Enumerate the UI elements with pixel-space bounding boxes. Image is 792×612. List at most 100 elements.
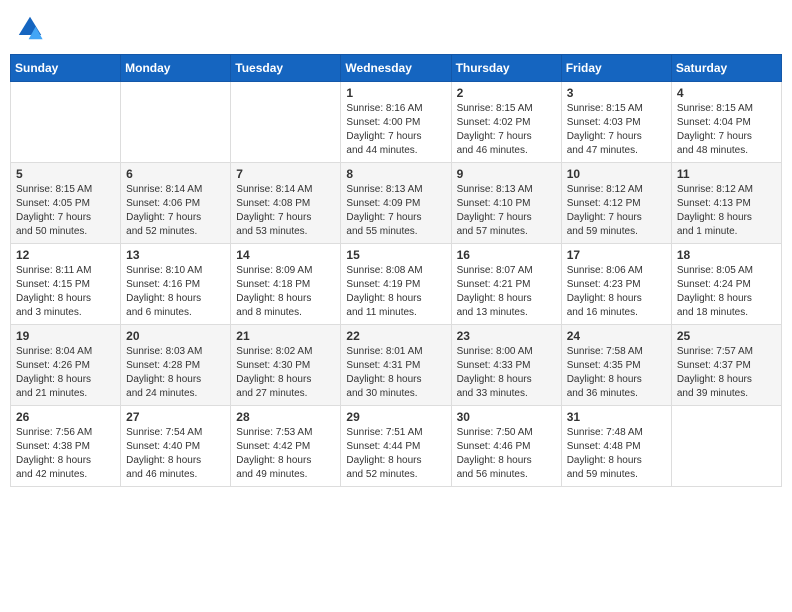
day-info: Sunrise: 8:07 AM Sunset: 4:21 PM Dayligh… [457,264,556,320]
day-number: 8 [346,167,445,181]
day-cell: 21 Sunrise: 8:02 AM Sunset: 4:30 PM Dayli… [231,325,341,406]
day-number: 15 [346,248,445,262]
day-cell: 6 Sunrise: 8:14 AM Sunset: 4:06 PM Daylig… [121,163,231,244]
weekday-monday: Monday [121,55,231,82]
week-row-1: 1Sunrise: 8:16 AM Sunset: 4:00 PM Daylig… [11,82,782,163]
day-info: Sunrise: 8:01 AM Sunset: 4:31 PM Dayligh… [346,345,445,401]
day-number: 23 [457,329,556,343]
day-cell: 3 Sunrise: 8:15 AM Sunset: 4:03 PM Daylig… [561,82,671,163]
day-info: Sunrise: 8:15 AM Sunset: 4:03 PM Dayligh… [567,102,666,158]
day-cell: 23 Sunrise: 8:00 AM Sunset: 4:33 PM Dayli… [451,325,561,406]
day-number: 1 [346,86,445,100]
day-number: 5 [16,167,115,181]
day-number: 11 [677,167,776,181]
day-info: Sunrise: 7:51 AM Sunset: 4:44 PM Dayligh… [346,426,445,482]
day-cell: 13Sunrise: 8:10 AM Sunset: 4:16 PM Dayli… [121,244,231,325]
day-info: Sunrise: 8:05 AM Sunset: 4:24 PM Dayligh… [677,264,776,320]
day-info: Sunrise: 8:15 AM Sunset: 4:05 PM Dayligh… [16,183,115,239]
day-info: Sunrise: 7:58 AM Sunset: 4:35 PM Dayligh… [567,345,666,401]
day-number: 20 [126,329,225,343]
day-info: Sunrise: 8:12 AM Sunset: 4:13 PM Dayligh… [677,183,776,239]
day-info: Sunrise: 8:13 AM Sunset: 4:10 PM Dayligh… [457,183,556,239]
weekday-thursday: Thursday [451,55,561,82]
day-cell: 27Sunrise: 7:54 AM Sunset: 4:40 PM Dayli… [121,406,231,487]
day-info: Sunrise: 8:15 AM Sunset: 4:04 PM Dayligh… [677,102,776,158]
day-info: Sunrise: 8:02 AM Sunset: 4:30 PM Dayligh… [236,345,335,401]
day-cell [121,82,231,163]
day-info: Sunrise: 8:15 AM Sunset: 4:02 PM Dayligh… [457,102,556,158]
day-cell: 22 Sunrise: 8:01 AM Sunset: 4:31 PM Dayli… [341,325,451,406]
day-cell: 11 Sunrise: 8:12 AM Sunset: 4:13 PM Dayli… [671,163,781,244]
day-cell: 9 Sunrise: 8:13 AM Sunset: 4:10 PM Daylig… [451,163,561,244]
day-number: 22 [346,329,445,343]
day-info: Sunrise: 8:12 AM Sunset: 4:12 PM Dayligh… [567,183,666,239]
day-cell: 19Sunrise: 8:04 AM Sunset: 4:26 PM Dayli… [11,325,121,406]
day-number: 28 [236,410,335,424]
day-number: 17 [567,248,666,262]
day-number: 12 [16,248,115,262]
day-cell: 7 Sunrise: 8:14 AM Sunset: 4:08 PM Daylig… [231,163,341,244]
day-number: 2 [457,86,556,100]
day-number: 24 [567,329,666,343]
day-cell: 12Sunrise: 8:11 AM Sunset: 4:15 PM Dayli… [11,244,121,325]
weekday-header-row: SundayMondayTuesdayWednesdayThursdayFrid… [11,55,782,82]
day-number: 18 [677,248,776,262]
day-info: Sunrise: 7:48 AM Sunset: 4:48 PM Dayligh… [567,426,666,482]
day-number: 29 [346,410,445,424]
day-info: Sunrise: 7:53 AM Sunset: 4:42 PM Dayligh… [236,426,335,482]
header [10,10,782,46]
page: SundayMondayTuesdayWednesdayThursdayFrid… [0,0,792,612]
day-cell: 18 Sunrise: 8:05 AM Sunset: 4:24 PM Dayli… [671,244,781,325]
day-info: Sunrise: 8:00 AM Sunset: 4:33 PM Dayligh… [457,345,556,401]
weekday-saturday: Saturday [671,55,781,82]
weekday-tuesday: Tuesday [231,55,341,82]
day-info: Sunrise: 8:09 AM Sunset: 4:18 PM Dayligh… [236,264,335,320]
day-cell: 28 Sunrise: 7:53 AM Sunset: 4:42 PM Dayli… [231,406,341,487]
day-cell: 4Sunrise: 8:15 AM Sunset: 4:04 PM Daylig… [671,82,781,163]
day-number: 14 [236,248,335,262]
day-info: Sunrise: 7:56 AM Sunset: 4:38 PM Dayligh… [16,426,115,482]
day-cell: 2 Sunrise: 8:15 AM Sunset: 4:02 PM Daylig… [451,82,561,163]
day-cell: 5 Sunrise: 8:15 AM Sunset: 4:05 PM Daylig… [11,163,121,244]
day-cell [231,82,341,163]
logo-icon [16,14,44,42]
day-number: 6 [126,167,225,181]
day-cell: 31Sunrise: 7:48 AM Sunset: 4:48 PM Dayli… [561,406,671,487]
weekday-wednesday: Wednesday [341,55,451,82]
day-cell [11,82,121,163]
day-cell: 10 Sunrise: 8:12 AM Sunset: 4:12 PM Dayli… [561,163,671,244]
week-row-3: 12Sunrise: 8:11 AM Sunset: 4:15 PM Dayli… [11,244,782,325]
day-number: 16 [457,248,556,262]
day-cell: 20 Sunrise: 8:03 AM Sunset: 4:28 PM Dayli… [121,325,231,406]
day-info: Sunrise: 8:14 AM Sunset: 4:06 PM Dayligh… [126,183,225,239]
day-number: 21 [236,329,335,343]
week-row-5: 26 Sunrise: 7:56 AM Sunset: 4:38 PM Dayli… [11,406,782,487]
day-number: 25 [677,329,776,343]
day-number: 30 [457,410,556,424]
day-number: 3 [567,86,666,100]
day-cell: 14 Sunrise: 8:09 AM Sunset: 4:18 PM Dayli… [231,244,341,325]
day-number: 19 [16,329,115,343]
week-row-4: 19Sunrise: 8:04 AM Sunset: 4:26 PM Dayli… [11,325,782,406]
day-cell [671,406,781,487]
day-number: 10 [567,167,666,181]
day-number: 13 [126,248,225,262]
weekday-friday: Friday [561,55,671,82]
weekday-sunday: Sunday [11,55,121,82]
day-info: Sunrise: 8:06 AM Sunset: 4:23 PM Dayligh… [567,264,666,320]
calendar-table: SundayMondayTuesdayWednesdayThursdayFrid… [10,54,782,487]
day-cell: 25 Sunrise: 7:57 AM Sunset: 4:37 PM Dayli… [671,325,781,406]
logo [16,14,46,42]
day-number: 7 [236,167,335,181]
day-info: Sunrise: 8:03 AM Sunset: 4:28 PM Dayligh… [126,345,225,401]
day-cell: 24 Sunrise: 7:58 AM Sunset: 4:35 PM Dayli… [561,325,671,406]
day-number: 9 [457,167,556,181]
day-info: Sunrise: 7:57 AM Sunset: 4:37 PM Dayligh… [677,345,776,401]
day-cell: 8 Sunrise: 8:13 AM Sunset: 4:09 PM Daylig… [341,163,451,244]
day-info: Sunrise: 8:08 AM Sunset: 4:19 PM Dayligh… [346,264,445,320]
day-info: Sunrise: 8:13 AM Sunset: 4:09 PM Dayligh… [346,183,445,239]
day-info: Sunrise: 7:54 AM Sunset: 4:40 PM Dayligh… [126,426,225,482]
day-number: 26 [16,410,115,424]
day-cell: 16 Sunrise: 8:07 AM Sunset: 4:21 PM Dayli… [451,244,561,325]
day-info: Sunrise: 8:14 AM Sunset: 4:08 PM Dayligh… [236,183,335,239]
